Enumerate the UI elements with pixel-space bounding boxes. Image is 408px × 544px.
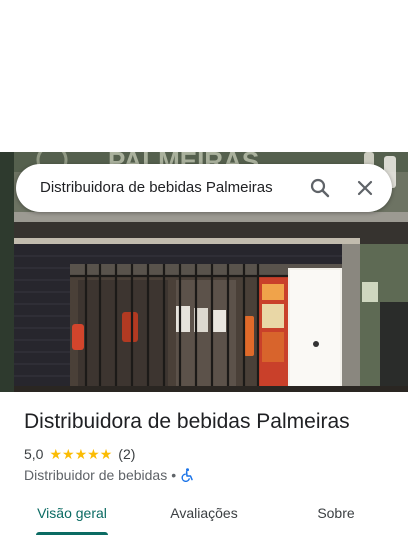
place-category: Distribuidor de bebidas: [24, 467, 168, 483]
star-icon: ★: [87, 446, 100, 462]
star-icon: ★: [62, 446, 75, 462]
star-icon: ★: [74, 446, 88, 462]
review-count[interactable]: (2): [118, 446, 135, 462]
tab-sobre[interactable]: Sobre: [288, 498, 384, 538]
search-input[interactable]: Distribuidora de bebidas Palmeiras: [40, 164, 300, 212]
star-icon: ★: [99, 446, 113, 462]
category-row: Distribuidor de bebidas •: [24, 466, 194, 484]
star-rating: ★ ★ ★ ★ ★: [49, 447, 112, 461]
separator-dot: •: [171, 467, 177, 483]
wheelchair-icon: [180, 468, 194, 483]
rating-value: 5,0: [24, 446, 44, 462]
search-icon[interactable]: [308, 176, 332, 200]
close-icon[interactable]: [353, 176, 377, 200]
active-tab-indicator: [36, 532, 108, 535]
search-bar[interactable]: Distribuidora de bebidas Palmeiras: [16, 164, 392, 212]
star-icon: ★: [49, 446, 63, 462]
rating-row[interactable]: 5,0 ★ ★ ★ ★ ★ (2): [24, 445, 135, 463]
place-title: Distribuidora de bebidas Palmeiras: [24, 410, 350, 433]
place-info-panel: Distribuidora de bebidas Palmeiras 5,0 ★…: [0, 392, 408, 544]
map-blank-area: [0, 0, 408, 152]
tab-avaliacoes[interactable]: Avaliações: [156, 498, 252, 538]
